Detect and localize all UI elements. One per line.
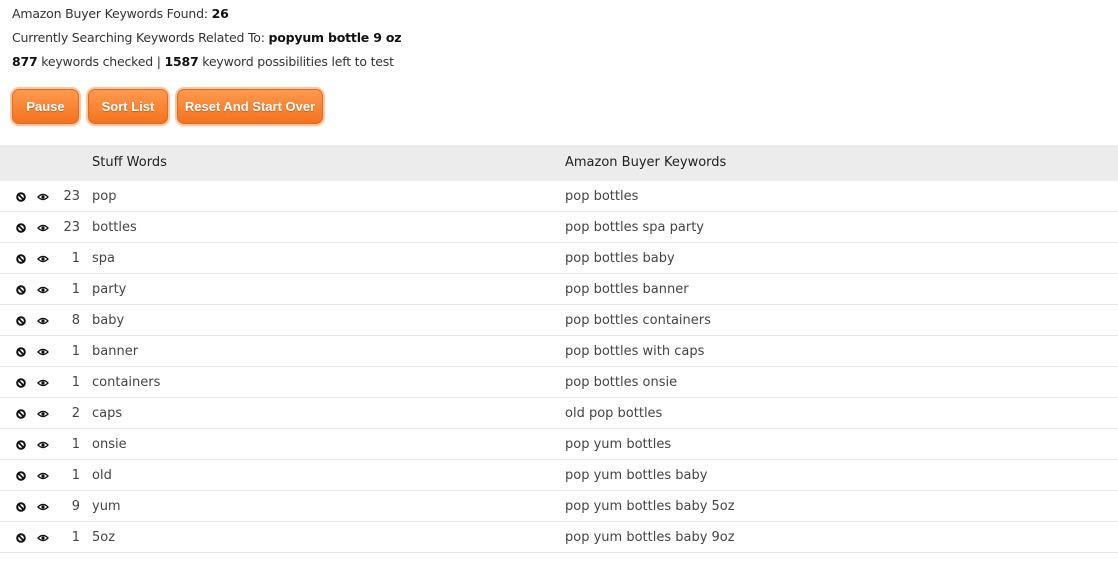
eye-icon[interactable]: [37, 532, 49, 542]
word-count: 1: [71, 344, 80, 359]
word-count: 1: [71, 530, 80, 545]
buyer-keyword: pop yum bottles baby 5oz: [565, 499, 735, 514]
stuff-word: bottles: [92, 220, 137, 235]
stuff-word: onsie: [92, 437, 127, 452]
eye-icon[interactable]: [37, 284, 49, 294]
status-info: Amazon Buyer Keywords Found: 26 Currentl…: [12, 2, 402, 74]
buyer-keyword: pop bottles with caps: [565, 344, 705, 359]
word-count: 1: [71, 375, 80, 390]
eye-icon[interactable]: [37, 191, 49, 201]
table-row: 1 banner pop bottles with caps: [0, 336, 1118, 367]
checked-count: 877: [12, 54, 38, 69]
action-buttons: Pause Sort List Reset And Start Over: [12, 89, 323, 124]
pause-button[interactable]: Pause: [12, 89, 79, 124]
stuff-word: old: [92, 468, 112, 483]
buyer-keyword: old pop bottles: [565, 406, 663, 421]
eye-icon[interactable]: [37, 253, 49, 263]
ban-icon[interactable]: [16, 408, 26, 419]
word-count: 23: [63, 220, 80, 235]
ban-icon[interactable]: [16, 346, 26, 357]
word-count: 1: [71, 468, 80, 483]
eye-icon[interactable]: [37, 470, 49, 480]
checked-label: keywords checked |: [41, 54, 161, 69]
table-row: 23 pop pop bottles: [0, 181, 1118, 212]
word-count: 23: [63, 189, 80, 204]
eye-icon[interactable]: [37, 377, 49, 387]
ban-icon[interactable]: [16, 470, 26, 481]
stuff-words-header: Stuff Words: [92, 155, 167, 170]
ban-icon[interactable]: [16, 284, 26, 295]
buyer-keyword: pop bottles spa party: [565, 220, 704, 235]
word-count: 9: [71, 499, 80, 514]
table-row: 1 old pop yum bottles baby: [0, 460, 1118, 491]
table-row: 8 baby pop bottles containers: [0, 305, 1118, 336]
eye-icon[interactable]: [37, 439, 49, 449]
ban-icon[interactable]: [16, 532, 26, 543]
stuff-word: caps: [92, 406, 123, 421]
table-row: 23 bottles pop bottles spa party: [0, 212, 1118, 243]
progress-line: 877 keywords checked | 1587 keyword poss…: [12, 50, 401, 74]
buyer-keyword: pop yum bottles: [565, 437, 672, 452]
word-count: 8: [71, 313, 80, 328]
eye-icon[interactable]: [37, 346, 49, 356]
ban-icon[interactable]: [16, 439, 26, 450]
table-row: 9 yum pop yum bottles baby 5oz: [0, 491, 1118, 522]
stuff-word: pop: [92, 189, 117, 204]
found-label: Amazon Buyer Keywords Found:: [12, 6, 208, 21]
table-row: 1 containers pop bottles onsie: [0, 367, 1118, 398]
ban-icon[interactable]: [16, 315, 26, 326]
keywords-found-line: Amazon Buyer Keywords Found: 26: [12, 2, 401, 26]
word-count: 1: [71, 437, 80, 452]
ban-icon[interactable]: [16, 501, 26, 512]
ban-icon[interactable]: [16, 253, 26, 264]
buyer-keyword: pop bottles onsie: [565, 375, 678, 390]
stuff-word: yum: [92, 499, 121, 514]
sort-list-button[interactable]: Sort List: [88, 89, 168, 124]
eye-icon[interactable]: [37, 408, 49, 418]
left-label: keyword possibilities left to test: [202, 54, 394, 69]
table-row: 1 onsie pop yum bottles: [0, 429, 1118, 460]
buyer-keyword: pop yum bottles baby 9oz: [565, 530, 735, 545]
stuff-word: baby: [92, 313, 125, 328]
keywords-table: Stuff Words Amazon Buyer Keywords 23 pop p…: [0, 145, 1118, 553]
eye-icon[interactable]: [37, 315, 49, 325]
table-row: 2 caps old pop bottles: [0, 398, 1118, 429]
eye-icon[interactable]: [37, 501, 49, 511]
ban-icon[interactable]: [16, 191, 26, 202]
word-count: 1: [71, 282, 80, 297]
ban-icon[interactable]: [16, 377, 26, 388]
searching-label: Currently Searching Keywords Related To:: [12, 30, 265, 45]
found-count: 26: [211, 6, 229, 21]
ban-icon[interactable]: [16, 222, 26, 233]
reset-button[interactable]: Reset And Start Over: [177, 89, 323, 124]
left-count: 1587: [164, 54, 199, 69]
stuff-word: 5oz: [92, 530, 116, 545]
searching-term: popyum bottle 9 oz: [268, 30, 402, 45]
stuff-word: party: [92, 282, 127, 297]
buyer-keyword: pop yum bottles baby: [565, 468, 708, 483]
buyer-keywords-header: Amazon Buyer Keywords: [565, 155, 727, 170]
table-row: 1 5oz pop yum bottles baby 9oz: [0, 522, 1118, 553]
buyer-keyword: pop bottles banner: [565, 282, 689, 297]
stuff-word: containers: [92, 375, 161, 390]
buyer-keyword: pop bottles baby: [565, 251, 675, 266]
buyer-keyword: pop bottles: [565, 189, 639, 204]
word-count: 2: [71, 406, 80, 421]
eye-icon[interactable]: [37, 222, 49, 232]
table-body: 23 pop pop bottles 23 bottles pop bottles spa…: [0, 181, 1118, 553]
table-header: Stuff Words Amazon Buyer Keywords: [0, 145, 1118, 181]
searching-line: Currently Searching Keywords Related To:…: [12, 26, 402, 50]
word-count: 1: [71, 251, 80, 266]
table-row: 1 party pop bottles banner: [0, 274, 1118, 305]
table-row: 1 spa pop bottles baby: [0, 243, 1118, 274]
buyer-keyword: pop bottles containers: [565, 313, 711, 328]
stuff-word: spa: [92, 251, 115, 266]
stuff-word: banner: [92, 344, 139, 359]
